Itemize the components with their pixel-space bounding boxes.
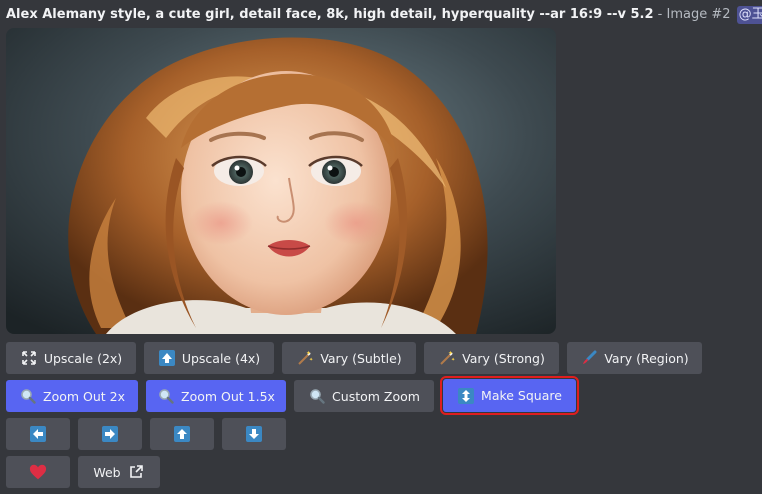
upscale-4x-button[interactable]: Upscale (4x): [144, 342, 274, 374]
vary-subtle-button[interactable]: ✦ ✦ Vary (Subtle): [282, 342, 416, 374]
magic-wand-icon: ✦ ✦: [296, 349, 314, 367]
arrow-up-icon: [173, 425, 191, 443]
magnifier-icon: [19, 387, 37, 405]
external-link-icon: [127, 463, 145, 481]
pan-down-button[interactable]: [222, 418, 286, 450]
vary-subtle-label: Vary (Subtle): [320, 350, 402, 366]
upload-arrow-icon: [158, 349, 176, 367]
vary-region-label: Vary (Region): [604, 350, 689, 366]
vary-strong-label: Vary (Strong): [462, 350, 545, 366]
zoom-out-2x-button[interactable]: Zoom Out 2x: [6, 380, 138, 412]
image-label: Image #2: [666, 7, 731, 22]
svg-text:✦: ✦: [306, 350, 311, 357]
up-down-arrow-icon: [457, 387, 475, 405]
user-mention[interactable]: @玉儿: [736, 6, 762, 24]
vary-region-button[interactable]: Vary (Region): [567, 342, 702, 374]
svg-text:✦: ✦: [309, 357, 313, 363]
prompt-text: Alex Alemany style, a cute girl, detail …: [6, 7, 654, 22]
expand-arrows-icon: [20, 349, 38, 367]
upscale-4x-label: Upscale (4x): [181, 350, 261, 366]
magnifier-icon: [157, 387, 175, 405]
web-label: Web: [93, 464, 121, 480]
magnifier-icon: [308, 387, 326, 405]
heart-icon: [29, 463, 47, 481]
arrow-down-icon: [245, 425, 263, 443]
zoom-out-1-5x-button[interactable]: Zoom Out 1.5x: [146, 380, 286, 412]
custom-zoom-label: Custom Zoom: [332, 388, 420, 404]
svg-text:✦: ✦: [448, 350, 453, 357]
make-square-button[interactable]: Make Square: [440, 376, 579, 415]
pan-right-button[interactable]: [78, 418, 142, 450]
magic-wand-icon: ✦ ✦: [438, 349, 456, 367]
pan-up-button[interactable]: [150, 418, 214, 450]
portrait-illustration: [6, 28, 556, 334]
vary-strong-button[interactable]: ✦ ✦ Vary (Strong): [424, 342, 559, 374]
message-header: Alex Alemany style, a cute girl, detail …: [6, 6, 762, 24]
zoom-out-1-5x-label: Zoom Out 1.5x: [181, 388, 275, 404]
separator: -: [653, 7, 667, 22]
upscale-2x-label: Upscale (2x): [43, 350, 123, 366]
pan-left-button[interactable]: [6, 418, 70, 450]
custom-zoom-button[interactable]: Custom Zoom: [294, 380, 434, 412]
paintbrush-icon: [580, 349, 598, 367]
zoom-out-2x-label: Zoom Out 2x: [43, 388, 125, 404]
svg-text:✦: ✦: [451, 357, 455, 363]
favorite-button[interactable]: [6, 456, 70, 488]
upscale-2x-button[interactable]: Upscale (2x): [6, 342, 136, 374]
make-square-label: Make Square: [481, 388, 562, 403]
arrow-left-icon: [29, 425, 47, 443]
web-link-button[interactable]: Web: [78, 456, 160, 488]
generated-image[interactable]: [6, 28, 556, 334]
arrow-right-icon: [101, 425, 119, 443]
